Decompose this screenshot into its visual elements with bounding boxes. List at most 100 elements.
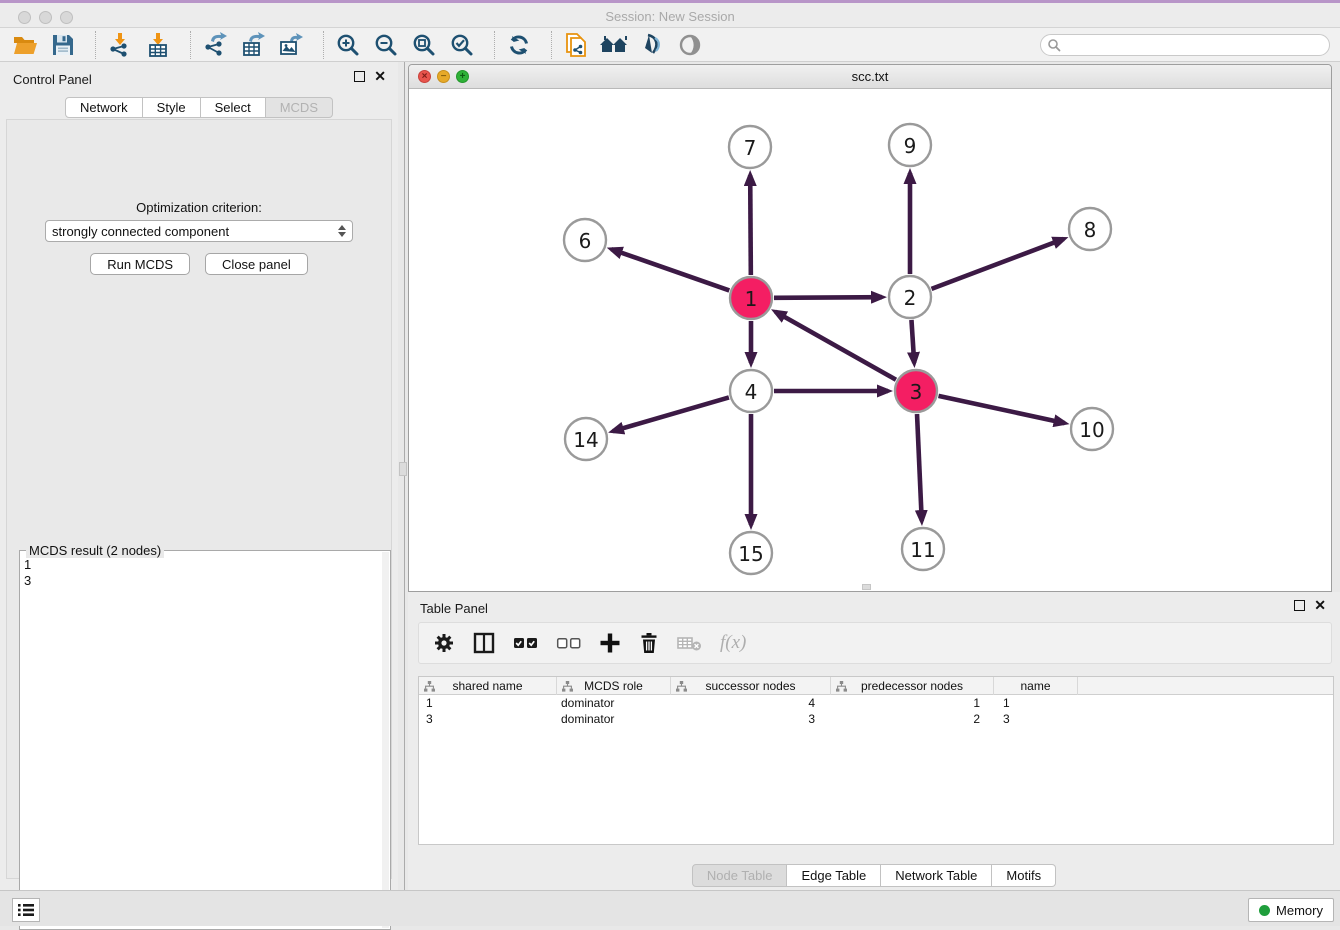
graph-edge-1-6[interactable] — [611, 249, 729, 290]
graph-node-8[interactable]: 8 — [1069, 208, 1111, 250]
show-hide-icon[interactable] — [675, 31, 705, 59]
application-window: Session: New Session — [0, 0, 1340, 926]
close-panel-button[interactable]: Close panel — [205, 253, 308, 275]
run-mcds-button[interactable]: Run MCDS — [90, 253, 190, 275]
column-header-successor-nodes[interactable]: successor nodes — [671, 677, 831, 695]
control-panel-title: Control Panel — [13, 72, 92, 87]
close-panel-icon[interactable]: ✕ — [374, 71, 386, 82]
graph-edge-2-3[interactable] — [911, 320, 914, 363]
export-image-icon[interactable] — [276, 31, 306, 59]
table-cell[interactable]: dominator — [557, 711, 671, 727]
tab-network[interactable]: Network — [65, 97, 143, 118]
optimization-criterion-select[interactable]: strongly connected component — [45, 220, 353, 242]
mcds-result-title: MCDS result (2 nodes) — [26, 543, 164, 558]
table-cell[interactable]: 4 — [671, 695, 831, 711]
vertical-splitter[interactable] — [398, 62, 408, 890]
column-header-shared-name[interactable]: shared name — [419, 677, 557, 695]
tab-motifs[interactable]: Motifs — [992, 864, 1056, 887]
gear-icon[interactable] — [433, 629, 455, 657]
mcds-result-text[interactable]: 1 3 — [24, 557, 378, 925]
table-toolbar: f(x) — [418, 622, 1332, 664]
open-session-icon[interactable] — [10, 31, 40, 59]
import-network-icon[interactable] — [105, 31, 135, 59]
graph-node-3[interactable]: 3 — [895, 370, 937, 412]
graph-edge-3-10[interactable] — [938, 396, 1064, 423]
select-all-icon[interactable] — [513, 629, 539, 657]
close-panel-icon[interactable]: ✕ — [1314, 600, 1326, 611]
duplicate-network-icon[interactable] — [561, 31, 591, 59]
delete-table-icon[interactable] — [677, 629, 703, 657]
table-cell[interactable]: 3 — [419, 711, 557, 727]
table-cell[interactable]: 3 — [994, 711, 1078, 727]
column-header-mcds-role[interactable]: MCDS role — [557, 677, 671, 695]
search-icon — [1047, 38, 1061, 57]
zoom-in-icon[interactable] — [333, 31, 363, 59]
tab-node-table[interactable]: Node Table — [692, 864, 788, 887]
table-cell[interactable]: 3 — [671, 711, 831, 727]
tab-style[interactable]: Style — [143, 97, 201, 118]
apply-style-icon[interactable] — [637, 31, 667, 59]
tab-network-table[interactable]: Network Table — [881, 864, 992, 887]
zoom-selected-icon[interactable] — [447, 31, 477, 59]
float-panel-icon[interactable] — [354, 71, 365, 82]
table-panel-title: Table Panel — [420, 601, 488, 616]
hierarchy-icon — [424, 681, 435, 695]
task-history-button[interactable] — [12, 898, 40, 922]
column-header-name[interactable]: name — [994, 677, 1078, 695]
graph-node-10[interactable]: 10 — [1071, 408, 1113, 450]
graph-node-4[interactable]: 4 — [730, 370, 772, 412]
save-session-icon[interactable] — [48, 31, 78, 59]
graph-edge-3-11[interactable] — [917, 414, 922, 521]
app-title: Session: New Session — [0, 9, 1340, 24]
memory-button[interactable]: Memory — [1248, 898, 1334, 922]
control-panel-header: Control Panel ✕ — [0, 62, 398, 96]
graph-edge-1-7[interactable] — [750, 175, 751, 275]
table-row[interactable]: 1dominator411 — [419, 695, 1333, 711]
table-cell[interactable]: 1 — [831, 695, 994, 711]
zoom-fit-icon[interactable] — [409, 31, 439, 59]
import-table-icon[interactable] — [143, 31, 173, 59]
tab-edge-table[interactable]: Edge Table — [787, 864, 881, 887]
hierarchy-icon — [676, 681, 687, 695]
toolbar-separator — [95, 31, 96, 59]
delete-icon[interactable] — [638, 629, 660, 657]
network-graph[interactable]: 7 9 6 8 1 2 4 3 14 10 15 11 — [409, 89, 1331, 591]
tab-mcds[interactable]: MCDS — [266, 97, 333, 118]
add-icon[interactable] — [599, 629, 621, 657]
graph-node-7[interactable]: 7 — [729, 126, 771, 168]
graph-edge-2-8[interactable] — [932, 239, 1064, 289]
graph-edge-4-14[interactable] — [613, 397, 729, 431]
table-cell[interactable]: dominator — [557, 695, 671, 711]
table-cell[interactable]: 2 — [831, 711, 994, 727]
splitter-grip[interactable] — [399, 462, 407, 476]
canvas-grip[interactable] — [862, 584, 871, 590]
split-columns-icon[interactable] — [472, 629, 496, 657]
network-window-titlebar[interactable]: × − + scc.txt — [409, 65, 1331, 89]
table-cell[interactable]: 1 — [994, 695, 1078, 711]
graph-node-1[interactable]: 1 — [730, 277, 772, 319]
table-cell[interactable]: 1 — [419, 695, 557, 711]
float-panel-icon[interactable] — [1294, 600, 1305, 611]
deselect-all-icon[interactable] — [556, 629, 582, 657]
graph-node-11[interactable]: 11 — [902, 528, 944, 570]
graph-node-15[interactable]: 15 — [730, 532, 772, 574]
zoom-out-icon[interactable] — [371, 31, 401, 59]
svg-text:4: 4 — [745, 380, 758, 404]
table-row[interactable]: 3dominator323 — [419, 711, 1333, 727]
graph-node-9[interactable]: 9 — [889, 124, 931, 166]
result-scrollbar[interactable] — [382, 552, 389, 928]
graph-edge-1-2[interactable] — [774, 297, 882, 298]
export-table-icon[interactable] — [238, 31, 268, 59]
function-builder-icon[interactable]: f(x) — [720, 629, 746, 657]
network-canvas[interactable]: 7 9 6 8 1 2 4 3 14 10 15 11 — [409, 89, 1331, 591]
search-input[interactable] — [1040, 34, 1330, 56]
graph-edge-3-1[interactable] — [775, 312, 896, 380]
graph-node-6[interactable]: 6 — [564, 219, 606, 261]
graph-node-2[interactable]: 2 — [889, 276, 931, 318]
graph-node-14[interactable]: 14 — [565, 418, 607, 460]
tab-select[interactable]: Select — [201, 97, 266, 118]
home-network-icon[interactable] — [599, 31, 629, 59]
export-network-icon[interactable] — [200, 31, 230, 59]
refresh-icon[interactable] — [504, 31, 534, 59]
column-header-predecessor-nodes[interactable]: predecessor nodes — [831, 677, 994, 695]
